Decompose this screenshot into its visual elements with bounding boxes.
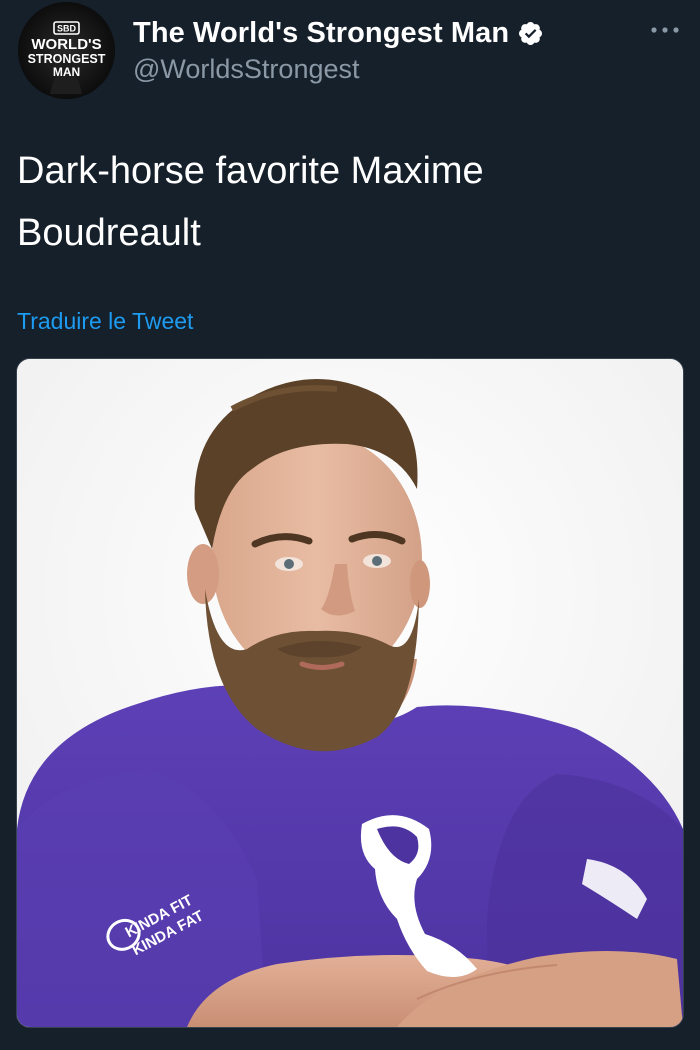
tweet-card: SBD WORLD'S STRONGEST MAN The World's St… — [0, 0, 700, 1050]
tweet-header: The World's Strongest Man @WorldsStronge… — [133, 14, 544, 85]
avatar-line-1: WORLD'S — [31, 36, 101, 53]
tweet-body-text: Dark-horse favorite Maxime Boudreault — [17, 140, 617, 264]
avatar-badge-text: SBD — [57, 24, 77, 34]
tweet-media-photo[interactable]: KINDA FIT KINDA FAT — [16, 358, 684, 1028]
verified-badge-icon — [517, 20, 544, 47]
profile-avatar[interactable]: SBD WORLD'S STRONGEST MAN — [18, 2, 115, 99]
more-dots-icon — [651, 27, 679, 33]
display-name[interactable]: The World's Strongest Man — [133, 17, 509, 50]
more-options-button[interactable] — [648, 18, 682, 42]
tweet-text-line-1: Dark-horse favorite Maxime — [17, 150, 484, 192]
avatar-line-3: MAN — [53, 65, 80, 79]
avatar-line-2: STRONGEST — [28, 52, 106, 66]
tweet-text-line-2: Boudreault — [17, 212, 201, 254]
translate-tweet-link[interactable]: Traduire le Tweet — [17, 308, 193, 335]
name-row: The World's Strongest Man — [133, 14, 544, 52]
user-handle[interactable]: @WorldsStrongest — [133, 54, 544, 85]
